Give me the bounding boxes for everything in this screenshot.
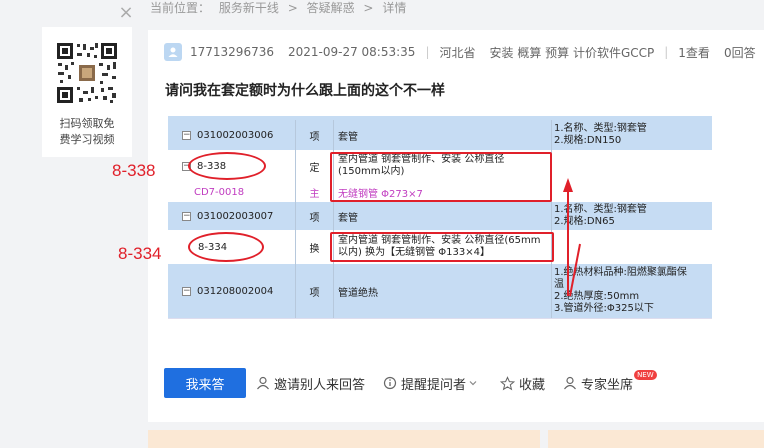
- user-icon: [168, 47, 178, 57]
- row-type: 主: [296, 182, 334, 202]
- question-user[interactable]: 17713296736: [190, 45, 274, 59]
- annotation-ellipse: [188, 232, 264, 262]
- info-icon: [383, 376, 397, 390]
- action-bar: 我来答 邀请别人来回答 提醒提问者 收藏 专家坐席 NEW: [164, 368, 675, 398]
- row-code: CD7-0018: [168, 182, 296, 202]
- row-type: 项: [296, 120, 334, 150]
- promo-banner[interactable]: [548, 430, 764, 448]
- annotation-label: 8-338: [112, 161, 156, 180]
- favorite-button[interactable]: 收藏: [500, 374, 545, 393]
- star-icon: [500, 375, 516, 390]
- code-text: 031208002004: [197, 285, 274, 297]
- remind-label: 提醒提问者: [401, 377, 467, 393]
- annotation-box: [330, 152, 552, 202]
- invite-label: 邀请别人来回答: [274, 377, 366, 393]
- breadcrumb-link-service[interactable]: 服务新干线: [219, 1, 279, 15]
- image-strip: [168, 318, 712, 324]
- expert-icon: [564, 376, 577, 390]
- question-card: 17713296736 2021-09-27 08:53:35 | 河北省 安装…: [148, 30, 764, 422]
- annotation-ellipse: [188, 152, 266, 180]
- breadcrumb: 当前位置： 服务新干线 > 答疑解惑 > 详情: [150, 0, 411, 16]
- qr-caption: 扫码领取免 费学习视频: [42, 116, 132, 148]
- question-meta: 17713296736 2021-09-27 08:53:35 | 河北省 安装…: [164, 42, 756, 62]
- close-icon[interactable]: ×: [117, 4, 135, 22]
- collapse-icon: −: [182, 210, 191, 221]
- breadcrumb-separator: >: [363, 1, 374, 15]
- row-type: 项: [296, 264, 334, 318]
- row-type: 项: [296, 202, 334, 230]
- annotation-label: 8-334: [118, 244, 162, 263]
- question-tags: 安装 概算 预算 计价软件GCCP: [489, 45, 655, 60]
- table-row: −031208002004 项 管道绝热 1.绝热材料品种:阻燃聚氯酯保温 2.绝…: [168, 264, 712, 318]
- row-name: 套管: [334, 120, 552, 150]
- chevron-down-icon: [469, 381, 477, 386]
- code-text: 031002003007: [197, 210, 274, 222]
- answer-button[interactable]: 我来答: [164, 368, 246, 398]
- question-answers: 0回答: [723, 45, 756, 60]
- breadcrumb-prefix: 当前位置：: [150, 1, 211, 15]
- qr-caption-line: 费学习视频: [59, 133, 115, 146]
- favorite-label: 收藏: [519, 377, 546, 393]
- annotation-arrows: [563, 178, 581, 297]
- question-region: 河北省: [439, 45, 476, 60]
- meta-divider: |: [425, 45, 430, 59]
- question-time: 2021-09-27 08:53:35: [287, 45, 416, 59]
- breadcrumb-link-qa[interactable]: 答疑解惑: [307, 1, 355, 15]
- question-views: 1查看: [678, 45, 710, 60]
- qr-caption-line: 扫码领取免: [59, 117, 115, 130]
- expert-button[interactable]: 专家坐席 NEW: [563, 370, 657, 393]
- invite-button[interactable]: 邀请别人来回答: [256, 374, 365, 393]
- table-row: −031002003006 项 套管 1.名称、类型:钢套管 2.规格:DN150: [168, 120, 712, 150]
- code-text: 031002003006: [197, 129, 274, 141]
- row-code: −031002003007: [168, 202, 296, 230]
- row-code: −031002003006: [168, 120, 296, 150]
- question-image[interactable]: −031002003006 项 套管 1.名称、类型:钢套管 2.规格:DN150…: [168, 116, 712, 324]
- breadcrumb-current: 详情: [382, 1, 407, 15]
- new-badge: NEW: [634, 370, 657, 380]
- user-icon: [257, 376, 269, 390]
- table-row: −031002003007 项 套管 1.名称、类型:钢套管 2.规格:DN65: [168, 202, 712, 230]
- row-code: −031208002004: [168, 264, 296, 318]
- row-name: 管道绝热: [334, 264, 552, 318]
- remind-button[interactable]: 提醒提问者: [383, 374, 482, 393]
- collapse-icon: −: [182, 285, 191, 296]
- promo-banner[interactable]: [148, 430, 540, 448]
- collapse-icon: −: [182, 129, 191, 140]
- qr-panel: 扫码领取免 费学习视频: [42, 27, 132, 157]
- expert-label: 专家坐席: [581, 377, 634, 393]
- row-name: 套管: [334, 202, 552, 230]
- row-type: 定: [296, 150, 334, 182]
- annotation-box: [330, 232, 554, 262]
- meta-divider: |: [664, 45, 669, 59]
- breadcrumb-separator: >: [287, 1, 298, 15]
- question-title: 请问我在套定额时为什么跟上面的这个不一样: [165, 83, 445, 99]
- avatar[interactable]: [164, 43, 182, 61]
- qr-code-icon: [55, 41, 119, 105]
- row-type: 换: [296, 230, 334, 264]
